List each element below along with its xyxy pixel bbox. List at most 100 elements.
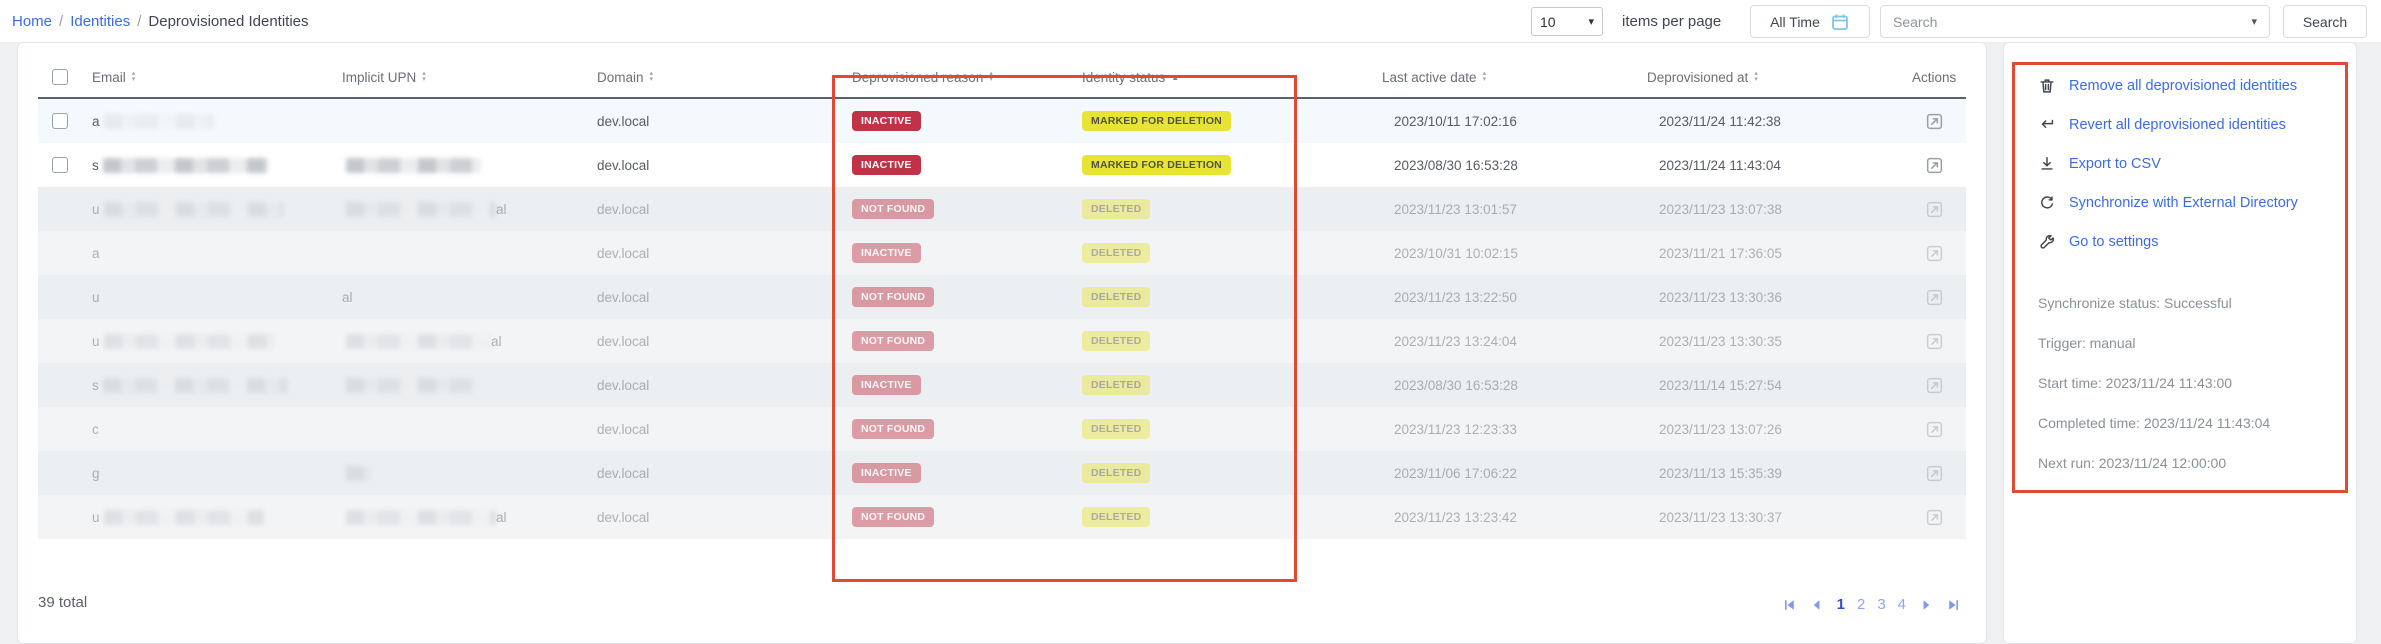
redacted-upn xyxy=(346,466,371,481)
chevron-down-icon[interactable]: ▾ xyxy=(2251,15,2269,28)
column-header-implicit-upn[interactable]: Implicit UPN▴▾ xyxy=(328,70,583,85)
last-active-value: 2023/11/23 13:23:42 xyxy=(1394,510,1517,525)
sort-icon[interactable]: ▴▾ xyxy=(989,71,993,83)
external-link-icon[interactable] xyxy=(1925,288,1944,307)
cell-checkbox xyxy=(38,451,78,495)
row-checkbox[interactable] xyxy=(52,157,68,173)
cell-implicit-upn xyxy=(328,99,583,143)
table-row: ualdev.localNOT FOUNDDELETED2023/11/23 1… xyxy=(38,275,1966,319)
status-badge: DELETED xyxy=(1082,375,1150,395)
sidebar-action-export-to-csv[interactable]: Export to CSV xyxy=(2038,151,2356,177)
cell-implicit-upn: al xyxy=(328,187,583,231)
cell-deprovisioned-reason: NOT FOUND xyxy=(838,187,1068,231)
date-filter-button[interactable]: All Time xyxy=(1750,5,1870,38)
sort-icon[interactable]: ▴▾ xyxy=(1483,71,1487,83)
upn-tail: al xyxy=(491,334,502,349)
cell-actions xyxy=(1898,99,1966,143)
sort-icon[interactable]: ▴▾ xyxy=(1754,71,1758,83)
cell-implicit-upn xyxy=(328,231,583,275)
cell-email: u xyxy=(78,319,328,363)
page-number-2[interactable]: 2 xyxy=(1857,596,1865,613)
cell-identity-status: DELETED xyxy=(1068,231,1368,275)
cell-deprovisioned-reason: NOT FOUND xyxy=(838,319,1068,363)
external-link-icon[interactable] xyxy=(1925,112,1944,131)
cell-actions xyxy=(1898,275,1966,319)
column-header-actions[interactable]: Actions xyxy=(1898,70,1976,85)
cell-deprovisioned-at: 2023/11/23 13:30:37 xyxy=(1633,495,1898,539)
sync-icon xyxy=(2038,194,2056,212)
column-header-label: Deprovisioned at xyxy=(1647,70,1748,85)
cell-checkbox xyxy=(38,319,78,363)
email-prefix: g xyxy=(92,466,100,481)
column-header-domain[interactable]: Domain ▴▾ xyxy=(583,70,838,85)
page-number-3[interactable]: 3 xyxy=(1877,596,1885,613)
external-link-icon[interactable] xyxy=(1925,508,1944,527)
sync-status-line: Trigger: manual xyxy=(2038,335,2356,351)
column-header-deprovisioned-reason[interactable]: Deprovisioned reason▴▾ xyxy=(838,70,1068,85)
column-header-email[interactable]: Email▴▾ xyxy=(78,70,328,85)
select-all-checkbox[interactable] xyxy=(52,69,68,85)
sidebar-action-go-to-settings[interactable]: Go to settings xyxy=(2038,229,2356,255)
items-per-page-label: items per page xyxy=(1622,13,1721,30)
external-link-icon[interactable] xyxy=(1925,420,1944,439)
breadcrumb-item-identities[interactable]: Identities xyxy=(70,13,130,30)
sort-icon[interactable]: ▴▾ xyxy=(650,71,654,83)
deprovisioned-at-value: 2023/11/24 11:42:38 xyxy=(1659,114,1781,129)
column-header-label: Domain xyxy=(597,70,644,85)
search-input[interactable] xyxy=(1881,14,2251,30)
external-link-icon[interactable] xyxy=(1925,244,1944,263)
column-header-last-active-date[interactable]: Last active date▴▾ xyxy=(1368,70,1633,85)
email-prefix: u xyxy=(92,202,100,217)
table-row: ualdev.localNOT FOUNDDELETED2023/11/23 1… xyxy=(38,495,1966,539)
reason-badge: INACTIVE xyxy=(852,243,921,263)
deprovisioned-at-value: 2023/11/23 13:30:35 xyxy=(1659,334,1782,349)
domain-value: dev.local xyxy=(597,202,649,217)
deprovisioned-identities-table-card: Email▴▾Implicit UPN▴▾Domain▴▾Deprovision… xyxy=(17,42,1987,644)
cell-deprovisioned-reason: NOT FOUND xyxy=(838,495,1068,539)
table-body: adev.localINACTIVEMARKED FOR DELETION202… xyxy=(38,99,1966,539)
sidebar-action-remove-all-deprovisioned-identities[interactable]: Remove all deprovisioned identities xyxy=(2038,73,2356,99)
page-size-select[interactable]: 10 ▾ xyxy=(1531,7,1603,36)
reason-badge: NOT FOUND xyxy=(852,199,934,219)
sidebar-action-label: Revert all deprovisioned identities xyxy=(2069,117,2286,133)
column-header-identity-status[interactable]: Identity status▲ xyxy=(1068,70,1368,85)
page-number-1[interactable]: 1 xyxy=(1837,596,1845,613)
row-checkbox[interactable] xyxy=(52,113,68,129)
cell-last-active-date: 2023/11/23 13:23:42 xyxy=(1368,495,1633,539)
cell-deprovisioned-reason: NOT FOUND xyxy=(838,275,1068,319)
cell-email: s xyxy=(78,143,328,187)
sidebar-action-label: Remove all deprovisioned identities xyxy=(2069,78,2297,94)
previous-page-icon[interactable] xyxy=(1809,597,1825,613)
first-page-icon[interactable] xyxy=(1781,597,1797,613)
next-page-icon[interactable] xyxy=(1918,597,1934,613)
page-number-4[interactable]: 4 xyxy=(1898,596,1906,613)
breadcrumb-item-home[interactable]: Home xyxy=(12,13,52,30)
email-prefix: c xyxy=(92,422,99,437)
domain-value: dev.local xyxy=(597,422,649,437)
email-prefix: u xyxy=(92,334,100,349)
search-button[interactable]: Search xyxy=(2283,5,2367,38)
column-header-label: Actions xyxy=(1912,70,1956,85)
cell-actions xyxy=(1898,451,1966,495)
sidebar-action-synchronize-with-external-directory[interactable]: Synchronize with External Directory xyxy=(2038,190,2356,216)
cell-deprovisioned-reason: NOT FOUND xyxy=(838,407,1068,451)
external-link-icon[interactable] xyxy=(1925,332,1944,351)
last-active-value: 2023/10/31 10:02:15 xyxy=(1394,246,1518,261)
cell-domain: dev.local xyxy=(583,363,838,407)
column-header-deprovisioned-at[interactable]: Deprovisioned at ▴▾ xyxy=(1633,70,1898,85)
cell-identity-status: MARKED FOR DELETION xyxy=(1068,99,1368,143)
external-link-icon[interactable] xyxy=(1925,156,1944,175)
wrench-icon xyxy=(2038,233,2056,251)
last-page-icon[interactable] xyxy=(1946,597,1962,613)
external-link-icon[interactable] xyxy=(1925,200,1944,219)
sort-icon[interactable]: ▴▾ xyxy=(422,71,426,83)
sync-status-line: Next run: 2023/11/24 12:00:00 xyxy=(2038,455,2356,471)
reason-badge: INACTIVE xyxy=(852,463,921,483)
reason-badge: INACTIVE xyxy=(852,155,921,175)
sidebar-action-revert-all-deprovisioned-identities[interactable]: Revert all deprovisioned identities xyxy=(2038,112,2356,138)
sort-ascending-icon[interactable]: ▲ xyxy=(1171,73,1179,82)
external-link-icon[interactable] xyxy=(1925,464,1944,483)
sort-icon[interactable]: ▴▾ xyxy=(132,71,136,83)
cell-last-active-date: 2023/11/23 13:01:57 xyxy=(1368,187,1633,231)
external-link-icon[interactable] xyxy=(1925,376,1944,395)
